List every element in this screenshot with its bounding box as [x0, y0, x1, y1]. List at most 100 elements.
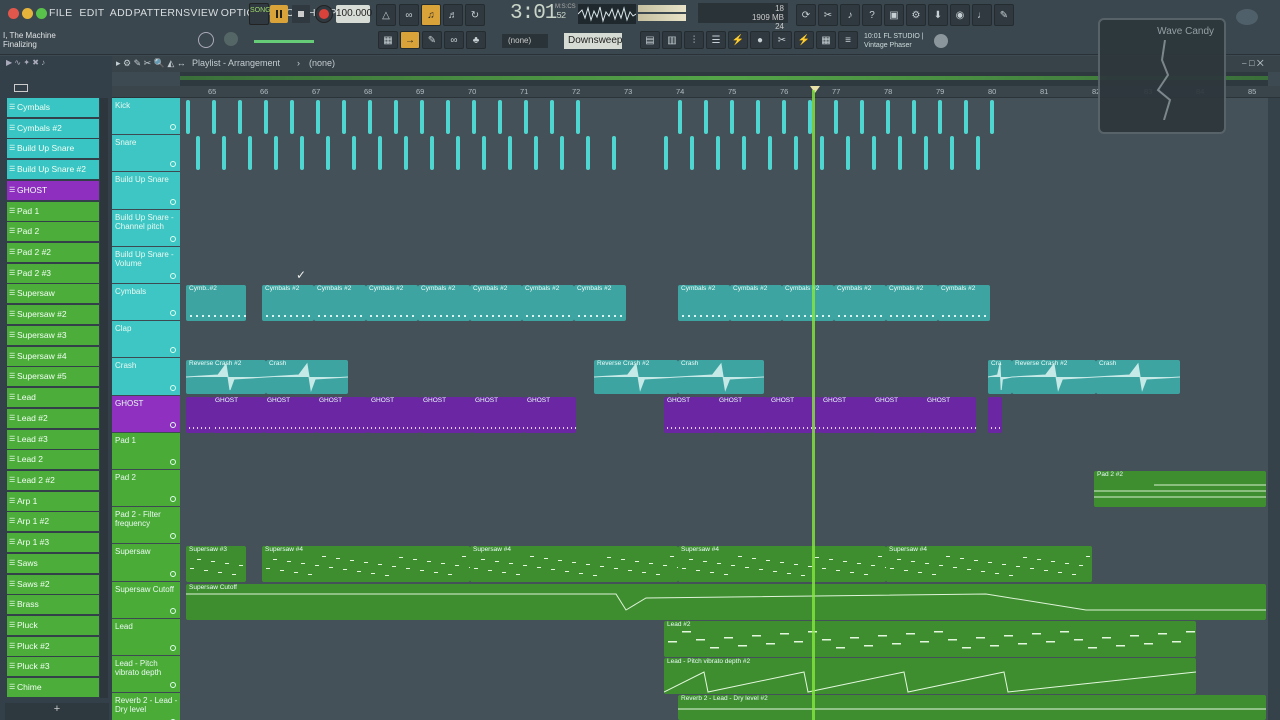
snare-clip[interactable] — [716, 136, 720, 170]
track-header-8[interactable]: GHOST — [112, 395, 180, 432]
piano-view-button[interactable]: ▦ — [816, 31, 836, 49]
kick-clip[interactable] — [678, 100, 682, 134]
snare-clip[interactable] — [586, 136, 590, 170]
kick-clip[interactable] — [938, 100, 942, 134]
wave-candy-window[interactable]: Wave Candy — [1098, 18, 1226, 134]
channel-button-23[interactable]: Saws #2 — [7, 574, 99, 594]
master-slider[interactable] — [254, 40, 314, 43]
crash-clip[interactable]: Cra — [988, 360, 1012, 394]
snare-clip[interactable] — [456, 136, 460, 170]
ghost-clip[interactable]: GHOST — [820, 397, 872, 433]
snare-clip[interactable] — [924, 136, 928, 170]
track-header-5[interactable]: Cymbals — [112, 284, 180, 321]
channel-button-26[interactable]: Pluck #2 — [7, 636, 99, 656]
channel-button-19[interactable]: Arp 1 — [7, 491, 99, 511]
track-header-3[interactable]: Build Up Snare - Channel pitch — [112, 209, 180, 246]
track-mute-icon[interactable] — [170, 235, 176, 242]
kick-clip[interactable] — [420, 100, 424, 134]
track-mute-icon[interactable] — [170, 682, 176, 689]
track-header-14[interactable]: Lead — [112, 618, 180, 655]
channel-button-8[interactable]: Pad 2 #3 — [7, 263, 99, 283]
track-mute-icon[interactable] — [170, 124, 176, 131]
track-mute-icon[interactable] — [170, 496, 176, 503]
cymbals-clip[interactable]: Cymbals #2 — [418, 285, 470, 321]
channel-button-28[interactable]: Chime — [7, 678, 99, 698]
reverb-clip[interactable]: Reverb 2 - Lead - Dry level #2 — [678, 695, 1266, 720]
ghost-clip[interactable]: GHOST — [472, 397, 524, 433]
plug-button[interactable]: ⚙ — [906, 4, 926, 26]
track-header-13[interactable]: Supersaw Cutoff — [112, 581, 180, 618]
kick-clip[interactable] — [472, 100, 476, 134]
track-header-16[interactable]: Reverb 2 - Lead - Dry level — [112, 693, 180, 720]
mixer-icon[interactable] — [14, 84, 28, 92]
preset-selector[interactable]: Downsweep — [564, 33, 622, 49]
channel-button-15[interactable]: Lead #2 — [7, 408, 99, 428]
channel-button-12[interactable]: Supersaw #4 — [7, 346, 99, 366]
snare-clip[interactable] — [950, 136, 954, 170]
menu-item-patterns[interactable]: PATTERNS — [134, 7, 191, 19]
channel-button-24[interactable]: Brass — [7, 595, 99, 615]
playlist-tools-icons[interactable]: ▸ ⚙ ✎ ✂ 🔍 ◭ ↔ — [116, 56, 186, 70]
track-header-4[interactable]: Build Up Snare - Volume — [112, 246, 180, 283]
snare-clip[interactable] — [898, 136, 902, 170]
kick-clip[interactable] — [368, 100, 372, 134]
refresh-button[interactable]: ⟳ — [796, 4, 816, 26]
playlist-window-controls[interactable]: ⎯ □ ✕ — [1242, 56, 1264, 70]
channel-button-7[interactable]: Pad 2 #2 — [7, 243, 99, 263]
track-mute-icon[interactable] — [170, 644, 176, 651]
track-header-2[interactable]: Build Up Snare — [112, 172, 180, 209]
supersaw-clip[interactable]: Supersaw #3 — [186, 546, 246, 582]
crash-clip[interactable]: Crash — [1096, 360, 1180, 394]
track-mute-icon[interactable] — [170, 533, 176, 540]
track-header-11[interactable]: Pad 2 - Filter frequency — [112, 507, 180, 544]
snare-clip[interactable] — [872, 136, 876, 170]
snare-clip[interactable] — [820, 136, 824, 170]
snare-clip[interactable] — [352, 136, 356, 170]
kick-clip[interactable] — [186, 100, 190, 134]
snare-clip[interactable] — [300, 136, 304, 170]
supersaw-clip[interactable]: Supersaw #4 — [470, 546, 678, 582]
master-pitch-knob[interactable] — [224, 32, 238, 46]
ghost-clip[interactable]: GHOST — [264, 397, 316, 433]
channel-button-17[interactable]: Lead 2 — [7, 450, 99, 470]
reverse-crash-clip[interactable]: Reverse Crash #2 — [594, 360, 678, 394]
channel-button-21[interactable]: Arp 1 #3 — [7, 533, 99, 553]
channel-button-16[interactable]: Lead #3 — [7, 429, 99, 449]
supersaw-clip[interactable]: Supersaw #4 — [678, 546, 886, 582]
channel-button-27[interactable]: Pluck #3 — [7, 657, 99, 677]
track-mute-icon[interactable] — [170, 384, 176, 391]
cymbals-clip[interactable]: Cymbals #2 — [314, 285, 366, 321]
snare-clip[interactable] — [222, 136, 226, 170]
record-view-button[interactable]: ● — [750, 31, 770, 49]
kick-clip[interactable] — [290, 100, 294, 134]
pencil-button[interactable]: ✎ — [422, 31, 442, 49]
snare-clip[interactable] — [768, 136, 772, 170]
minimize-window-button[interactable] — [22, 8, 33, 19]
channel-button-11[interactable]: Supersaw #3 — [7, 325, 99, 345]
ghost-clip[interactable]: GHOST — [872, 397, 924, 433]
supersaw-cutoff-clip[interactable]: Supersaw Cutoff — [186, 584, 1266, 620]
kick-clip[interactable] — [912, 100, 916, 134]
kick-clip[interactable] — [860, 100, 864, 134]
cymbals-clip[interactable]: Cymbals #2 — [522, 285, 574, 321]
countdown-button[interactable]: ♫ — [421, 4, 441, 26]
ghost-clip[interactable] — [988, 397, 1002, 433]
loop-record-button[interactable]: ↻ — [465, 4, 485, 26]
database-view-button[interactable]: ≡ — [838, 31, 858, 49]
master-volume-knob[interactable] — [198, 32, 214, 48]
stop-button[interactable] — [292, 5, 310, 23]
track-mute-icon[interactable] — [170, 198, 176, 205]
channel-button-13[interactable]: Supersaw #5 — [7, 367, 99, 387]
track-mute-icon[interactable] — [170, 570, 176, 577]
help-button[interactable]: ? — [862, 4, 882, 26]
plugin-view-button[interactable]: ⚡ — [728, 31, 748, 49]
snare-clip[interactable] — [742, 136, 746, 170]
sliders-view-button[interactable]: ⫶ — [684, 31, 704, 49]
snare-clip[interactable] — [196, 136, 200, 170]
track-header-6[interactable]: Clap — [112, 321, 180, 358]
cymbals-clip[interactable]: Cymbals #2 — [730, 285, 782, 321]
kick-clip[interactable] — [342, 100, 346, 134]
track-header-12[interactable]: Supersaw — [112, 544, 180, 581]
ghost-clip[interactable]: GHOST — [212, 397, 264, 433]
kick-clip[interactable] — [964, 100, 968, 134]
